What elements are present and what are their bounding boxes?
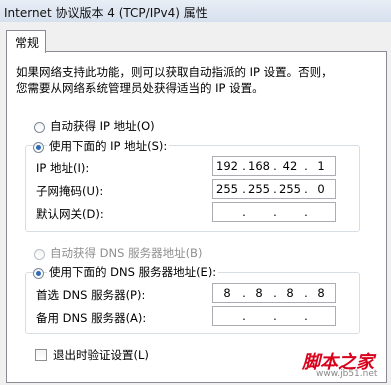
manual-dns-label[interactable]: 使用下面的 DNS 服务器地址(E):	[47, 264, 219, 280]
subnet-mask-field[interactable]: 255 . 255 . 255 . 0	[212, 179, 336, 199]
ip-address-field[interactable]: 192 . 168 . 42 . 1	[212, 156, 336, 176]
alternate-dns-field[interactable]: . . .	[212, 306, 336, 326]
preferred-dns-label: 首选 DNS 服务器(P):	[36, 288, 146, 302]
gateway-field[interactable]: . . .	[212, 202, 336, 222]
auto-ip-radio[interactable]	[34, 122, 45, 133]
mask-octet-1: 255	[216, 182, 238, 196]
ip-octet-1: 192	[216, 159, 238, 173]
ip-octet-4: 1	[317, 159, 325, 173]
pdns-octet-2: 8	[255, 286, 263, 300]
mask-octet-2: 255	[248, 182, 270, 196]
mask-octet-4: 0	[317, 182, 325, 196]
pdns-octet-3: 8	[286, 286, 294, 300]
pdns-octet-1: 8	[223, 286, 231, 300]
auto-dns-label[interactable]: 自动获得 DNS 服务器地址(B)	[48, 245, 205, 261]
window-title: Internet 协议版本 4 (TCP/IPv4) 属性	[4, 6, 208, 20]
tab-general-label: 常规	[15, 36, 40, 50]
mask-octet-3: 255	[279, 182, 301, 196]
manual-ip-radio[interactable]	[33, 142, 44, 153]
validate-settings-checkbox[interactable]	[35, 349, 47, 361]
preferred-dns-field[interactable]: 8 . 8 . 8 . 8	[212, 283, 336, 303]
ip-octet-3: 42	[282, 159, 298, 173]
ip-address-label: IP 地址(I):	[36, 161, 90, 175]
dot-separator: .	[242, 309, 246, 323]
dot-separator: .	[304, 205, 308, 219]
validate-settings-label[interactable]: 退出时验证设置(L)	[53, 347, 149, 363]
description-line-1: 如果网络支持此功能，则可以获取自动指派的 IP 设置。否则，	[16, 65, 333, 79]
subnet-mask-label: 子网掩码(U):	[36, 184, 104, 198]
auto-ip-label[interactable]: 自动获得 IP 地址(O)	[48, 118, 157, 134]
description-line-2: 您需要从网络系统管理员处获得适当的 IP 设置。	[16, 81, 264, 95]
dot-separator: .	[242, 205, 246, 219]
tab-strip: 常规	[0, 22, 391, 53]
dot-separator: .	[273, 205, 277, 219]
alternate-dns-label: 备用 DNS 服务器(A):	[36, 311, 147, 325]
ip-octet-2: 168	[248, 159, 270, 173]
manual-ip-label[interactable]: 使用下面的 IP 地址(S):	[47, 138, 170, 154]
title-bar: Internet 协议版本 4 (TCP/IPv4) 属性	[0, 0, 391, 23]
dot-separator: .	[304, 309, 308, 323]
auto-dns-radio[interactable]	[34, 249, 45, 260]
watermark-url: www.jb51.net	[316, 369, 378, 379]
gateway-label: 默认网关(D):	[36, 207, 104, 221]
dot-separator: .	[273, 309, 277, 323]
manual-dns-radio[interactable]	[33, 268, 44, 279]
pdns-octet-4: 8	[317, 286, 325, 300]
tab-general[interactable]: 常规	[6, 30, 46, 53]
